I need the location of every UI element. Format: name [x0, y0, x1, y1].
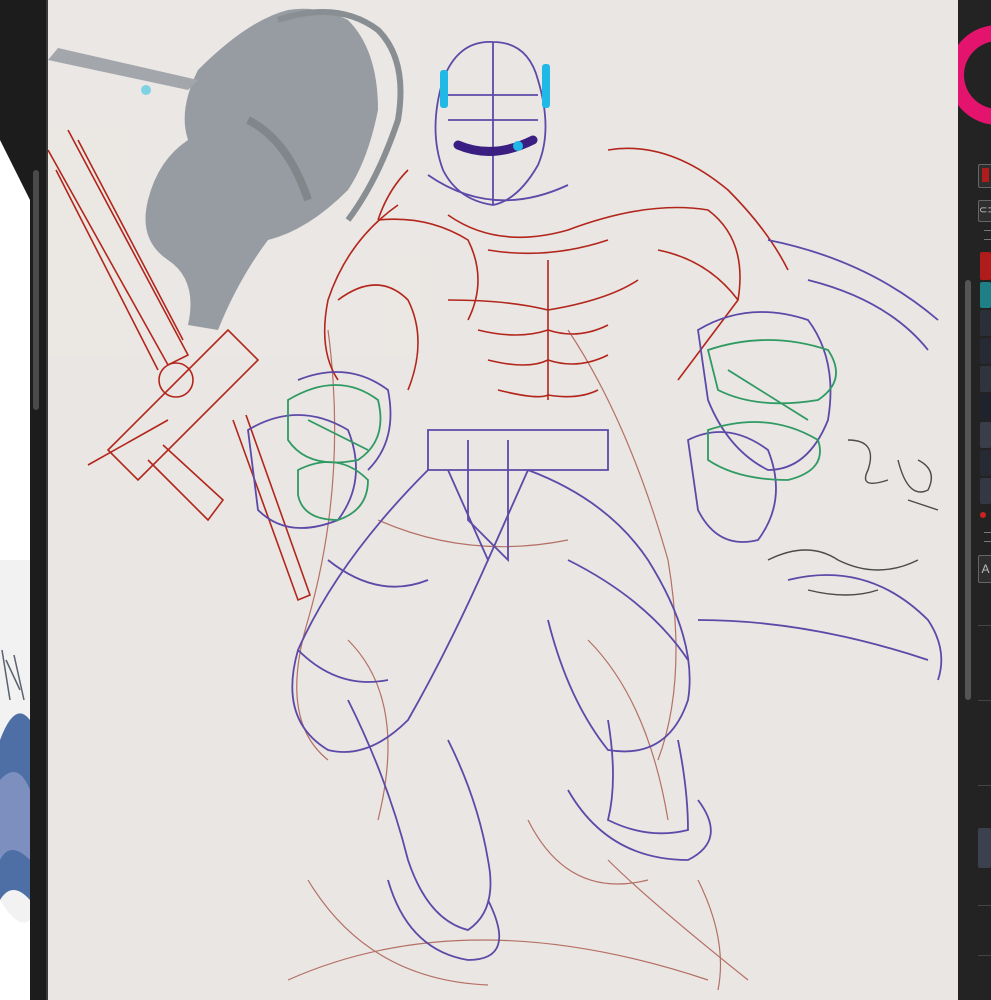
swatch-5[interactable]: [980, 366, 991, 392]
primary-color-swatch: [982, 168, 989, 182]
reference-thumbnails[interactable]: [0, 0, 30, 1000]
divider: [978, 625, 991, 626]
swatch-6[interactable]: [980, 394, 991, 420]
swatch-8[interactable]: [980, 450, 991, 476]
rough-layer: [287, 329, 749, 991]
reference-panel: [0, 0, 48, 1000]
reference-image-top: [0, 140, 30, 560]
text-tool-button[interactable]: A: [978, 555, 991, 583]
divider: [978, 905, 991, 906]
swatch-3[interactable]: [980, 310, 991, 336]
swatch-9[interactable]: [980, 478, 991, 504]
menu-icon[interactable]: [984, 532, 991, 542]
swatch-10[interactable]: [980, 512, 986, 518]
divider: [978, 955, 991, 956]
drawing-canvas[interactable]: [48, 0, 958, 1000]
link-icon: ⊂⊃: [979, 205, 991, 216]
paint-app: ⊂⊃ A: [0, 0, 991, 1000]
text-tool-icon: A: [981, 562, 990, 576]
layer-thumbnail[interactable]: [978, 828, 991, 868]
swatch-1[interactable]: [980, 252, 991, 280]
vertical-scrollbar[interactable]: [965, 280, 971, 700]
reference-overlay: [48, 0, 420, 356]
reference-panel-scrollbar[interactable]: [33, 170, 39, 410]
swatch-2[interactable]: [980, 282, 991, 308]
primary-color-button[interactable]: [978, 164, 991, 188]
menu-icon[interactable]: [984, 230, 991, 240]
divider: [978, 700, 991, 701]
divider: [978, 785, 991, 786]
color-wheel[interactable]: [958, 0, 991, 150]
sketch-drawing: [48, 0, 943, 991]
swatch-4[interactable]: [980, 338, 991, 364]
visor: [440, 64, 550, 156]
link-button[interactable]: ⊂⊃: [978, 200, 991, 222]
swatch-7[interactable]: [980, 422, 991, 448]
